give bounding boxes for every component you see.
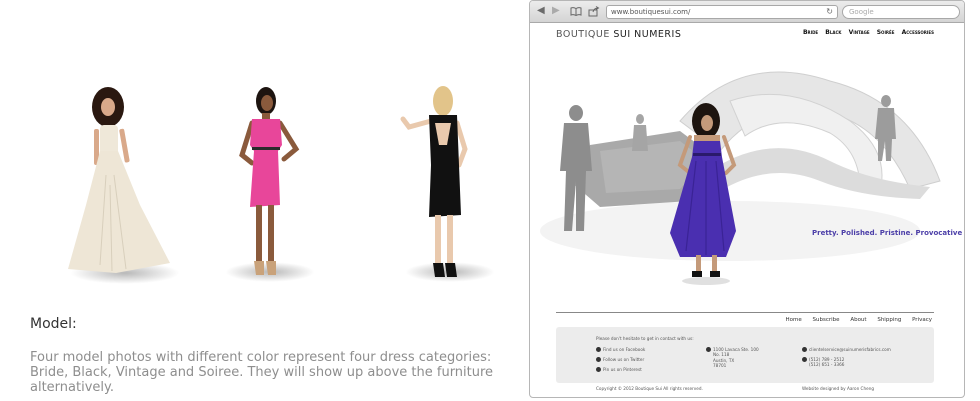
footer-link-about[interactable]: About bbox=[850, 317, 866, 323]
twitter-link[interactable]: Follow us on Twitter bbox=[596, 357, 644, 362]
footer-link-shipping[interactable]: Shipping bbox=[877, 317, 901, 323]
email-icon bbox=[802, 347, 807, 352]
footer-nav: Home Subscribe About Shipping Privacy bbox=[777, 317, 932, 323]
footer-contact-box: Please don't hesitate to get in contact … bbox=[556, 327, 934, 383]
share-icon[interactable] bbox=[588, 6, 600, 17]
logo-dark-text: SUI NUMERIS bbox=[613, 29, 682, 40]
nav-bride[interactable]: Bride bbox=[803, 29, 818, 36]
back-arrow-icon[interactable]: ◀ bbox=[537, 5, 545, 17]
site-logo[interactable]: BOUTIQUE SUI NUMERIS bbox=[556, 29, 681, 40]
address-line-2: No. 118 bbox=[713, 352, 730, 358]
hero-showroom-image bbox=[540, 71, 941, 285]
pinterest-label: Pin us on Pinterest bbox=[603, 367, 642, 372]
nav-soiree[interactable]: Soirée bbox=[877, 29, 895, 36]
phone-block: (512) 789 - 2512 (512) 651 - 3366 bbox=[802, 357, 844, 368]
address-bar[interactable]: www.boutiquesui.com/ ↻ bbox=[606, 5, 838, 19]
browser-toolbar: ◀ ▶ www.boutiquesui.com/ ↻ Google bbox=[530, 1, 964, 23]
facebook-icon bbox=[596, 347, 601, 352]
footer-divider bbox=[556, 312, 934, 313]
nav-black[interactable]: Black bbox=[825, 29, 841, 36]
email-label: clientelservice@suinumerisfabrics.com bbox=[809, 347, 891, 352]
open-book-icon[interactable] bbox=[570, 7, 582, 16]
nav-accessories[interactable]: Accessories bbox=[902, 29, 934, 36]
phone-line-1: (512) 789 - 2512 bbox=[809, 357, 845, 362]
model-photo-vintage bbox=[239, 87, 300, 275]
twitter-icon bbox=[596, 357, 601, 362]
contact-intro: Please don't hesitate to get in contact … bbox=[596, 336, 694, 341]
model-photo-black bbox=[400, 86, 468, 277]
model-photo-bride bbox=[68, 87, 170, 273]
presentation-canvas: Model: Four model photos with different … bbox=[0, 0, 980, 401]
twitter-label: Follow us on Twitter bbox=[603, 357, 645, 362]
site-nav: Bride Black Vintage Soirée Accessories bbox=[798, 29, 934, 36]
forward-arrow-icon[interactable]: ▶ bbox=[552, 5, 560, 17]
url-text: www.boutiquesui.com/ bbox=[611, 8, 691, 16]
phone-line-2: (512) 651 - 3366 bbox=[809, 362, 845, 368]
pinterest-link[interactable]: Pin us on Pinterest bbox=[596, 367, 642, 372]
address-line-3: Austin, TX bbox=[713, 357, 735, 363]
footer-link-home[interactable]: Home bbox=[786, 317, 802, 323]
site-tagline: Pretty. Polished. Pristine. Provocative bbox=[812, 229, 963, 237]
reload-icon[interactable]: ↻ bbox=[826, 6, 833, 18]
caption-title: Model: bbox=[30, 316, 77, 332]
footer-link-subscribe[interactable]: Subscribe bbox=[813, 317, 840, 323]
address-line-4: 78701 bbox=[713, 363, 727, 369]
pinterest-icon bbox=[596, 367, 601, 372]
location-icon bbox=[706, 347, 711, 352]
search-placeholder: Google bbox=[849, 8, 874, 16]
footer-link-privacy[interactable]: Privacy bbox=[912, 317, 932, 323]
search-field[interactable]: Google bbox=[842, 5, 960, 19]
address-line-1: 1100 Lavaca Ste. 100 bbox=[713, 347, 759, 352]
email-link[interactable]: clientelservice@suinumerisfabrics.com bbox=[802, 347, 891, 352]
copyright-text: Copyright © 2012 Boutique Sui All rights… bbox=[596, 386, 703, 391]
caption-description: Four model photos with different color r… bbox=[30, 350, 494, 395]
phone-icon bbox=[802, 357, 807, 362]
facebook-label: Find us on Facebook bbox=[603, 347, 646, 352]
address-block: 1100 Lavaca Ste. 100 No. 118 Austin, TX … bbox=[706, 347, 759, 369]
designer-credit: Website designed by Aaron Cheng bbox=[802, 386, 875, 391]
browser-window: ◀ ▶ www.boutiquesui.com/ ↻ Google BOUTIQ… bbox=[529, 0, 965, 398]
nav-vintage[interactable]: Vintage bbox=[849, 29, 870, 36]
facebook-link[interactable]: Find us on Facebook bbox=[596, 347, 645, 352]
logo-light-text: BOUTIQUE bbox=[556, 29, 610, 40]
